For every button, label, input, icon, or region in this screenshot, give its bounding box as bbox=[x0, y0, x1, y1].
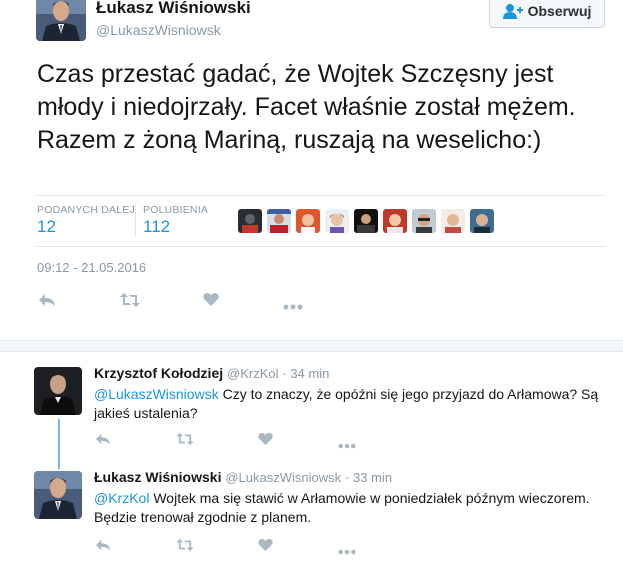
reply-author-name[interactable]: Krzysztof Kołodziej bbox=[94, 365, 223, 381]
heart-icon[interactable] bbox=[203, 292, 219, 312]
more-icon[interactable] bbox=[338, 436, 356, 454]
tweet-text: Czas przestać gadać, że Wojtek Szczęsny … bbox=[37, 60, 576, 154]
more-icon[interactable] bbox=[338, 542, 356, 560]
liker-avatar[interactable] bbox=[383, 209, 407, 233]
retweets-label[interactable]: PODANYCH DALEJ bbox=[37, 204, 135, 216]
reply-avatar[interactable] bbox=[34, 367, 82, 415]
reply-text: @KrzKol Wojtek ma się stawić w Arłamowie… bbox=[94, 489, 614, 527]
reply-author-handle[interactable]: @LukaszWisniowsk bbox=[225, 470, 341, 485]
reply-icon[interactable] bbox=[95, 538, 111, 557]
heart-icon[interactable] bbox=[258, 538, 273, 557]
liker-avatar[interactable] bbox=[354, 209, 378, 233]
reply-body: Wojtek ma się stawić w Arłamowie w ponie… bbox=[94, 490, 590, 525]
liker-avatar[interactable] bbox=[296, 209, 320, 233]
liker-avatar[interactable] bbox=[325, 209, 349, 233]
more-icon[interactable] bbox=[283, 297, 303, 315]
stats-divider-bottom bbox=[36, 246, 606, 247]
follow-button[interactable]: Obserwuj bbox=[489, 0, 605, 28]
retweets-count[interactable]: 12 bbox=[37, 217, 56, 237]
reply-author-name[interactable]: Łukasz Wiśniowski bbox=[94, 469, 221, 485]
tweet-timestamp[interactable]: 09:12 - 21.05.2016 bbox=[37, 260, 146, 275]
likes-count[interactable]: 112 bbox=[143, 217, 170, 237]
retweet-icon[interactable] bbox=[176, 432, 194, 451]
retweet-icon[interactable] bbox=[120, 292, 140, 313]
reply-text: @LukaszWisniowsk Czy to znaczy, że opóźn… bbox=[94, 385, 614, 423]
liker-avatar[interactable] bbox=[470, 209, 494, 233]
reply-avatar[interactable] bbox=[34, 471, 82, 519]
thread-connector bbox=[58, 419, 60, 469]
author-handle[interactable]: @LukaszWisniowsk bbox=[96, 22, 221, 38]
reply-icon[interactable] bbox=[95, 432, 111, 451]
reply-mention[interactable]: @KrzKol bbox=[94, 490, 149, 506]
reply-author-handle[interactable]: @KrzKol bbox=[227, 366, 279, 381]
reply-time[interactable]: · 33 min bbox=[345, 470, 392, 485]
reply-author[interactable]: Łukasz Wiśniowski @LukaszWisniowsk · 33 … bbox=[94, 469, 392, 485]
likes-label[interactable]: POLUBIENIA bbox=[143, 204, 208, 216]
liker-avatar[interactable] bbox=[267, 209, 291, 233]
liker-avatar[interactable] bbox=[412, 209, 436, 233]
liker-avatar[interactable] bbox=[441, 209, 465, 233]
follow-user-icon bbox=[502, 3, 523, 19]
reply-icon[interactable] bbox=[38, 292, 56, 313]
likers-avatars bbox=[238, 209, 494, 233]
retweet-icon[interactable] bbox=[176, 538, 194, 557]
reply-time[interactable]: · 34 min bbox=[282, 366, 329, 381]
author-avatar[interactable] bbox=[36, 0, 86, 41]
reply-mention[interactable]: @LukaszWisniowsk bbox=[94, 386, 219, 402]
liker-avatar[interactable] bbox=[238, 209, 262, 233]
follow-label: Obserwuj bbox=[527, 3, 592, 19]
author-name[interactable]: Łukasz Wiśniowski bbox=[96, 0, 251, 18]
reply-author[interactable]: Krzysztof Kołodziej @KrzKol · 34 min bbox=[94, 365, 329, 381]
section-divider bbox=[0, 340, 623, 352]
heart-icon[interactable] bbox=[258, 432, 273, 451]
stats-divider-top bbox=[36, 195, 606, 196]
stats-separator bbox=[135, 203, 136, 237]
